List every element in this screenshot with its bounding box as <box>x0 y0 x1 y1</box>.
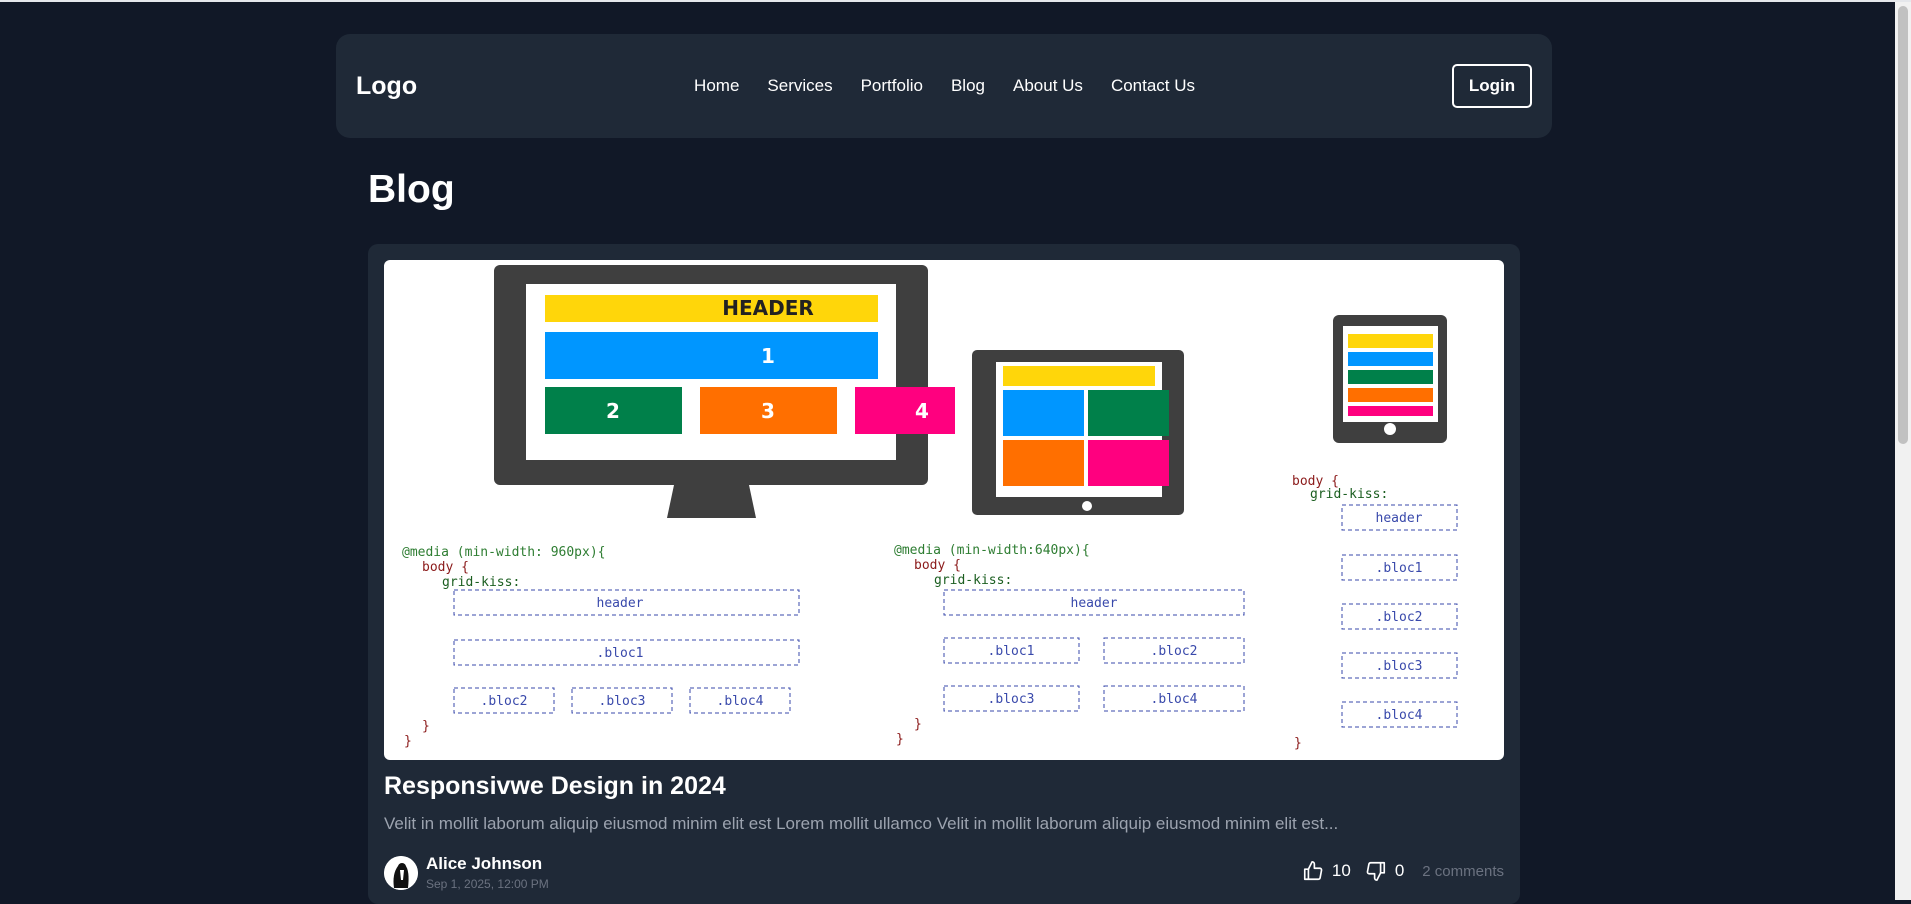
svg-text:.bloc3: .bloc3 <box>599 694 646 709</box>
svg-text:.bloc2: .bloc2 <box>1376 610 1423 625</box>
svg-text:3: 3 <box>761 399 775 423</box>
nav-links: Home Services Portfolio Blog About Us Co… <box>694 76 1195 96</box>
svg-text:@media (min-width:640px){: @media (min-width:640px){ <box>894 543 1090 558</box>
nav-contact-us[interactable]: Contact Us <box>1111 76 1195 96</box>
svg-text:grid-kiss:: grid-kiss: <box>442 575 520 590</box>
author-name: Alice Johnson <box>426 854 543 873</box>
svg-text:header: header <box>1376 511 1423 526</box>
post-stats: 10 0 2 comments <box>1302 860 1504 882</box>
nav-portfolio[interactable]: Portfolio <box>861 76 923 96</box>
nav-services[interactable]: Services <box>767 76 832 96</box>
svg-text:header: header <box>1071 596 1118 611</box>
svg-text:.bloc3: .bloc3 <box>1376 659 1423 674</box>
svg-text:}: } <box>896 732 904 747</box>
post-date: Sep 1, 2025, 12:00 PM <box>426 877 549 891</box>
post-excerpt: Velit in mollit laborum aliquip eiusmod … <box>384 814 1339 833</box>
phone-illustration <box>1333 315 1447 443</box>
svg-text:body {: body { <box>422 560 469 575</box>
scrollbar-thumb[interactable] <box>1898 6 1908 444</box>
svg-text:}: } <box>404 734 412 749</box>
dislike-count: 0 <box>1394 861 1405 880</box>
svg-text:4: 4 <box>915 399 929 423</box>
svg-text:grid-kiss:: grid-kiss: <box>934 573 1012 588</box>
thumbs-down-icon[interactable] <box>1365 860 1387 882</box>
svg-text:2: 2 <box>606 399 620 423</box>
svg-text:HEADER: HEADER <box>722 296 814 320</box>
login-button[interactable]: Login <box>1451 64 1532 108</box>
svg-text:.bloc2: .bloc2 <box>1151 644 1198 659</box>
thumbs-up-icon[interactable] <box>1302 860 1324 882</box>
avatar <box>384 855 418 890</box>
post-title[interactable]: Responsivwe Design in 2024 <box>384 772 726 801</box>
svg-text:1: 1 <box>761 344 775 368</box>
post-author: Alice Johnson Sep 1, 2025, 12:00 PM <box>384 854 549 891</box>
tablet-illustration <box>972 350 1184 515</box>
blog-post-card[interactable]: HEADER 1 2 3 4 @media (min-width: 960px)… <box>368 244 1520 904</box>
nav-blog[interactable]: Blog <box>951 76 985 96</box>
svg-text:}: } <box>422 719 430 734</box>
svg-text:.bloc1: .bloc1 <box>1376 561 1423 576</box>
svg-text:.bloc4: .bloc4 <box>717 694 764 709</box>
svg-text:.bloc1: .bloc1 <box>988 644 1035 659</box>
post-image[interactable]: HEADER 1 2 3 4 @media (min-width: 960px)… <box>384 260 1504 760</box>
svg-text:.bloc4: .bloc4 <box>1376 708 1423 723</box>
like-count: 10 <box>1331 861 1351 880</box>
vertical-scrollbar[interactable] <box>1895 2 1911 900</box>
svg-text:}: } <box>914 717 922 732</box>
svg-text:header: header <box>597 596 644 611</box>
svg-text:grid-kiss:: grid-kiss: <box>1310 487 1388 502</box>
phone-code: body { grid-kiss: header .bloc1 .bloc2 .… <box>1292 474 1458 751</box>
svg-text:body {: body { <box>914 558 961 573</box>
desktop-code: @media (min-width: 960px){ body { grid-k… <box>402 545 800 749</box>
svg-text:.bloc2: .bloc2 <box>481 694 528 709</box>
svg-text:@media (min-width: 960px){: @media (min-width: 960px){ <box>402 545 606 560</box>
author-meta: Alice Johnson Sep 1, 2025, 12:00 PM <box>426 854 549 891</box>
tablet-code: @media (min-width:640px){ body { grid-ki… <box>894 543 1245 747</box>
comments-link[interactable]: 2 comments <box>1422 863 1504 880</box>
page: Logo Home Services Portfolio Blog About … <box>0 2 1895 904</box>
svg-text:.bloc4: .bloc4 <box>1151 692 1198 707</box>
svg-text:.bloc1: .bloc1 <box>597 646 644 661</box>
svg-text:.bloc3: .bloc3 <box>988 692 1035 707</box>
logo[interactable]: Logo <box>356 72 417 101</box>
desktop-illustration: HEADER 1 2 3 4 <box>494 265 955 518</box>
navbar: Logo Home Services Portfolio Blog About … <box>336 34 1552 138</box>
nav-about-us[interactable]: About Us <box>1013 76 1083 96</box>
svg-text:}: } <box>1294 736 1302 751</box>
page-title: Blog <box>368 168 455 211</box>
nav-home[interactable]: Home <box>694 76 739 96</box>
